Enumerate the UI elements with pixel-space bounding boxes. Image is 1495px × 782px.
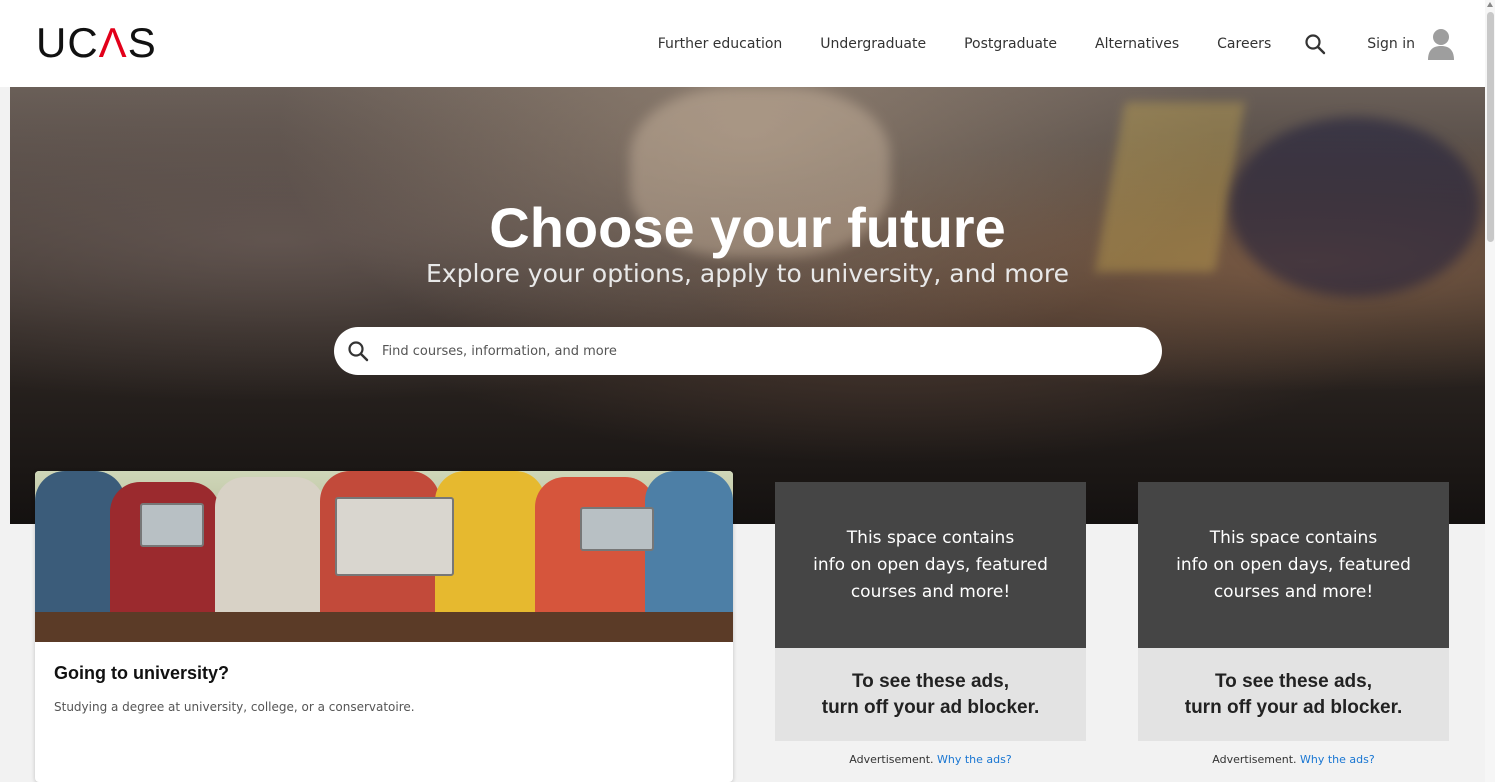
hero-banner: Choose your future Explore your options,… xyxy=(10,87,1485,524)
main-nav: Further education Undergraduate Postgrad… xyxy=(658,0,1455,87)
ad-caption: Advertisement. Why the ads? xyxy=(1138,753,1449,766)
scroll-up-arrow-icon[interactable] xyxy=(1487,2,1493,7)
ad-caption-label: Advertisement. xyxy=(849,753,934,766)
nav-undergraduate[interactable]: Undergraduate xyxy=(820,36,926,52)
scrollbar-thumb[interactable] xyxy=(1487,12,1494,242)
hero-subtitle: Explore your options, apply to universit… xyxy=(426,259,1069,288)
card-title: Going to university? xyxy=(54,663,230,683)
students-photo xyxy=(35,471,733,642)
ad-blocker-message: To see these ads, turn off your ad block… xyxy=(1138,648,1449,741)
search-icon xyxy=(348,341,369,362)
user-avatar-icon xyxy=(1428,28,1454,60)
going-to-university-card[interactable]: Going to university? Studying a degree a… xyxy=(35,471,733,782)
ad-info-text: This space contains info on open days, f… xyxy=(1138,482,1449,648)
sign-in-label: Sign in xyxy=(1367,35,1415,52)
card-description: Studying a degree at university, college… xyxy=(54,700,415,714)
ad-blocker-message: To see these ads, turn off your ad block… xyxy=(775,648,1086,741)
page-scrollbar[interactable] xyxy=(1485,0,1495,782)
ucas-logo[interactable]: UCΛS xyxy=(36,22,157,64)
ad-info-text: This space contains info on open days, f… xyxy=(775,482,1086,648)
why-the-ads-link[interactable]: Why the ads? xyxy=(937,753,1012,766)
nav-postgraduate[interactable]: Postgraduate xyxy=(964,36,1057,52)
search-input[interactable] xyxy=(380,342,1144,360)
search-icon[interactable] xyxy=(1303,32,1327,56)
site-header: UCΛS Further education Undergraduate Pos… xyxy=(0,0,1485,87)
nav-alternatives[interactable]: Alternatives xyxy=(1095,36,1179,52)
ad-caption-label: Advertisement. xyxy=(1212,753,1297,766)
ad-slot-2: This space contains info on open days, f… xyxy=(1138,482,1449,766)
ad-slot-1: This space contains info on open days, f… xyxy=(775,482,1086,766)
ad-caption: Advertisement. Why the ads? xyxy=(775,753,1086,766)
hero-title: Choose your future xyxy=(489,196,1006,259)
sign-in-button[interactable]: Sign in xyxy=(1367,27,1455,61)
why-the-ads-link[interactable]: Why the ads? xyxy=(1300,753,1375,766)
nav-further-education[interactable]: Further education xyxy=(658,36,783,52)
hero-search-bar[interactable] xyxy=(334,327,1162,375)
nav-careers[interactable]: Careers xyxy=(1217,36,1271,52)
